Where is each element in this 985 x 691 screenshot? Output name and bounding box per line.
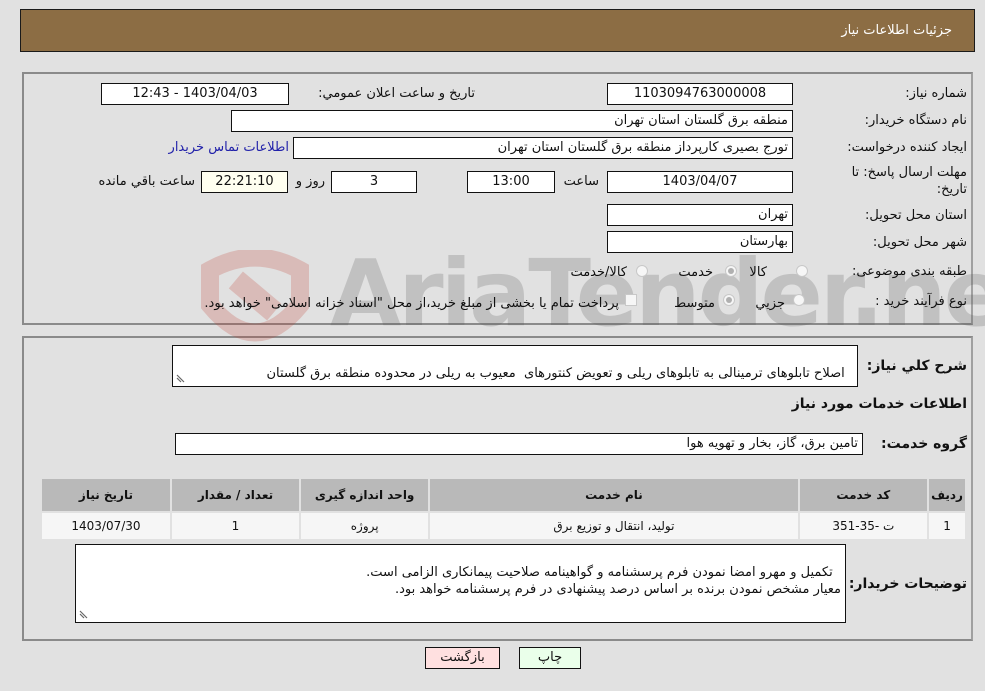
service-group-field: تامین برق، گاز، بخار و تهویه هوا <box>175 433 863 455</box>
services-section-title: اطلاعات خدمات مورد نياز <box>791 396 967 412</box>
service-group-label: گروه خدمت: <box>881 436 967 452</box>
deadline-date-field: 1403/04/07 <box>607 171 793 193</box>
description-text: اصلاح تابلوهای ترمینالی به تابلوهای ریلی… <box>266 366 845 381</box>
cell-quantity: 1 <box>169 511 302 541</box>
category-radio-goods-service[interactable] <box>636 265 648 277</box>
deadline-time-label: ساعت <box>563 174 599 189</box>
need-number-field: 1103094763000008 <box>607 83 793 105</box>
city-label: شهر محل تحويل: <box>872 235 967 250</box>
print-button[interactable]: چاپ <box>519 647 581 669</box>
buyer-org-label: نام دستگاه خريدار: <box>864 113 967 128</box>
col-header-unit: واحد اندازه گيری <box>299 477 431 513</box>
announce-datetime-label: تاريخ و ساعت اعلان عمومي: <box>318 86 475 101</box>
purchase-radio-medium[interactable] <box>723 294 735 306</box>
province-field: تهران <box>607 204 793 226</box>
cell-service-name: تولید، انتقال و توزیع برق <box>428 511 800 541</box>
page-title: جزئیات اطلاعات نیاز <box>841 23 952 38</box>
province-label: استان محل تحويل: <box>865 208 967 223</box>
treasury-note: پرداخت تمام يا بخشی از مبلغ خريد،از محل … <box>204 296 619 311</box>
category-option-goods-service: کالا/خدمت <box>570 265 627 280</box>
cell-unit: پروژه <box>299 511 431 541</box>
treasury-checkbox[interactable] <box>625 294 637 306</box>
category-radio-goods[interactable] <box>796 265 808 277</box>
buyer-notes-label: توضيحات خريدار: <box>848 576 967 592</box>
purchase-radio-minor[interactable] <box>793 294 805 306</box>
col-header-need-date: تاريخ نياز <box>40 477 172 513</box>
purchase-type-label: نوع فرآيند خريد : <box>875 294 967 309</box>
cell-service-code: ت -35-351 <box>797 511 930 541</box>
col-header-service-code: کد خدمت <box>797 477 930 513</box>
time-remaining-field: 22:21:10 <box>201 171 288 193</box>
days-label: روز و <box>295 174 325 189</box>
city-field: بهارستان <box>607 231 793 253</box>
services-table: رديف کد خدمت نام خدمت واحد اندازه گيری ت… <box>40 477 967 541</box>
cell-row-number: 1 <box>927 511 967 541</box>
resize-grip-icon[interactable] <box>78 610 88 620</box>
buyer-org-field: منطقه برق گلستان استان تهران <box>231 110 793 132</box>
page-header: جزئیات اطلاعات نیاز <box>20 9 975 52</box>
announce-datetime-field: 1403/04/03 - 12:43 <box>101 83 289 105</box>
purchase-option-minor: جزيي <box>755 296 785 311</box>
table-header-row: رديف کد خدمت نام خدمت واحد اندازه گيری ت… <box>40 477 967 513</box>
resize-grip-icon[interactable] <box>175 374 185 384</box>
cell-need-date: 1403/07/30 <box>40 511 172 541</box>
buyer-notes-textarea[interactable]: تکمیل و مهرو امضا نمودن فرم پرسشنامه و گ… <box>75 544 846 623</box>
col-header-service-name: نام خدمت <box>428 477 800 513</box>
deadline-label: مهلت ارسال پاسخ: تا تاريخ: <box>851 165 967 197</box>
buyer-notes-text: تکمیل و مهرو امضا نمودن فرم پرسشنامه و گ… <box>366 565 841 597</box>
back-button[interactable]: بازگشت <box>425 647 500 669</box>
deadline-time-field: 13:00 <box>467 171 555 193</box>
requester-field: تورج بصیری کارپرداز منطقه برق گلستان است… <box>293 137 793 159</box>
category-option-service: خدمت <box>678 265 713 280</box>
purchase-option-medium: متوسط <box>674 296 715 311</box>
buyer-contact-link[interactable]: اطلاعات تماس خريدار <box>169 140 289 155</box>
col-header-quantity: تعداد / مقدار <box>169 477 302 513</box>
description-textarea[interactable]: اصلاح تابلوهای ترمینالی به تابلوهای ریلی… <box>172 345 858 387</box>
description-label: شرح کلي نياز: <box>866 358 967 374</box>
col-header-row-number: رديف <box>927 477 967 513</box>
category-option-goods: کالا <box>749 265 767 280</box>
need-number-label: شماره نیاز: <box>905 86 967 101</box>
category-radio-service[interactable] <box>725 265 737 277</box>
time-remaining-label: ساعت باقي مانده <box>98 174 195 189</box>
table-row: 1 ت -35-351 تولید، انتقال و توزیع برق پر… <box>40 511 967 541</box>
requester-label: ايجاد کننده درخواست: <box>847 140 967 155</box>
category-label: طبقه بندی موضوعی: <box>851 264 967 279</box>
days-remaining-field: 3 <box>331 171 417 193</box>
